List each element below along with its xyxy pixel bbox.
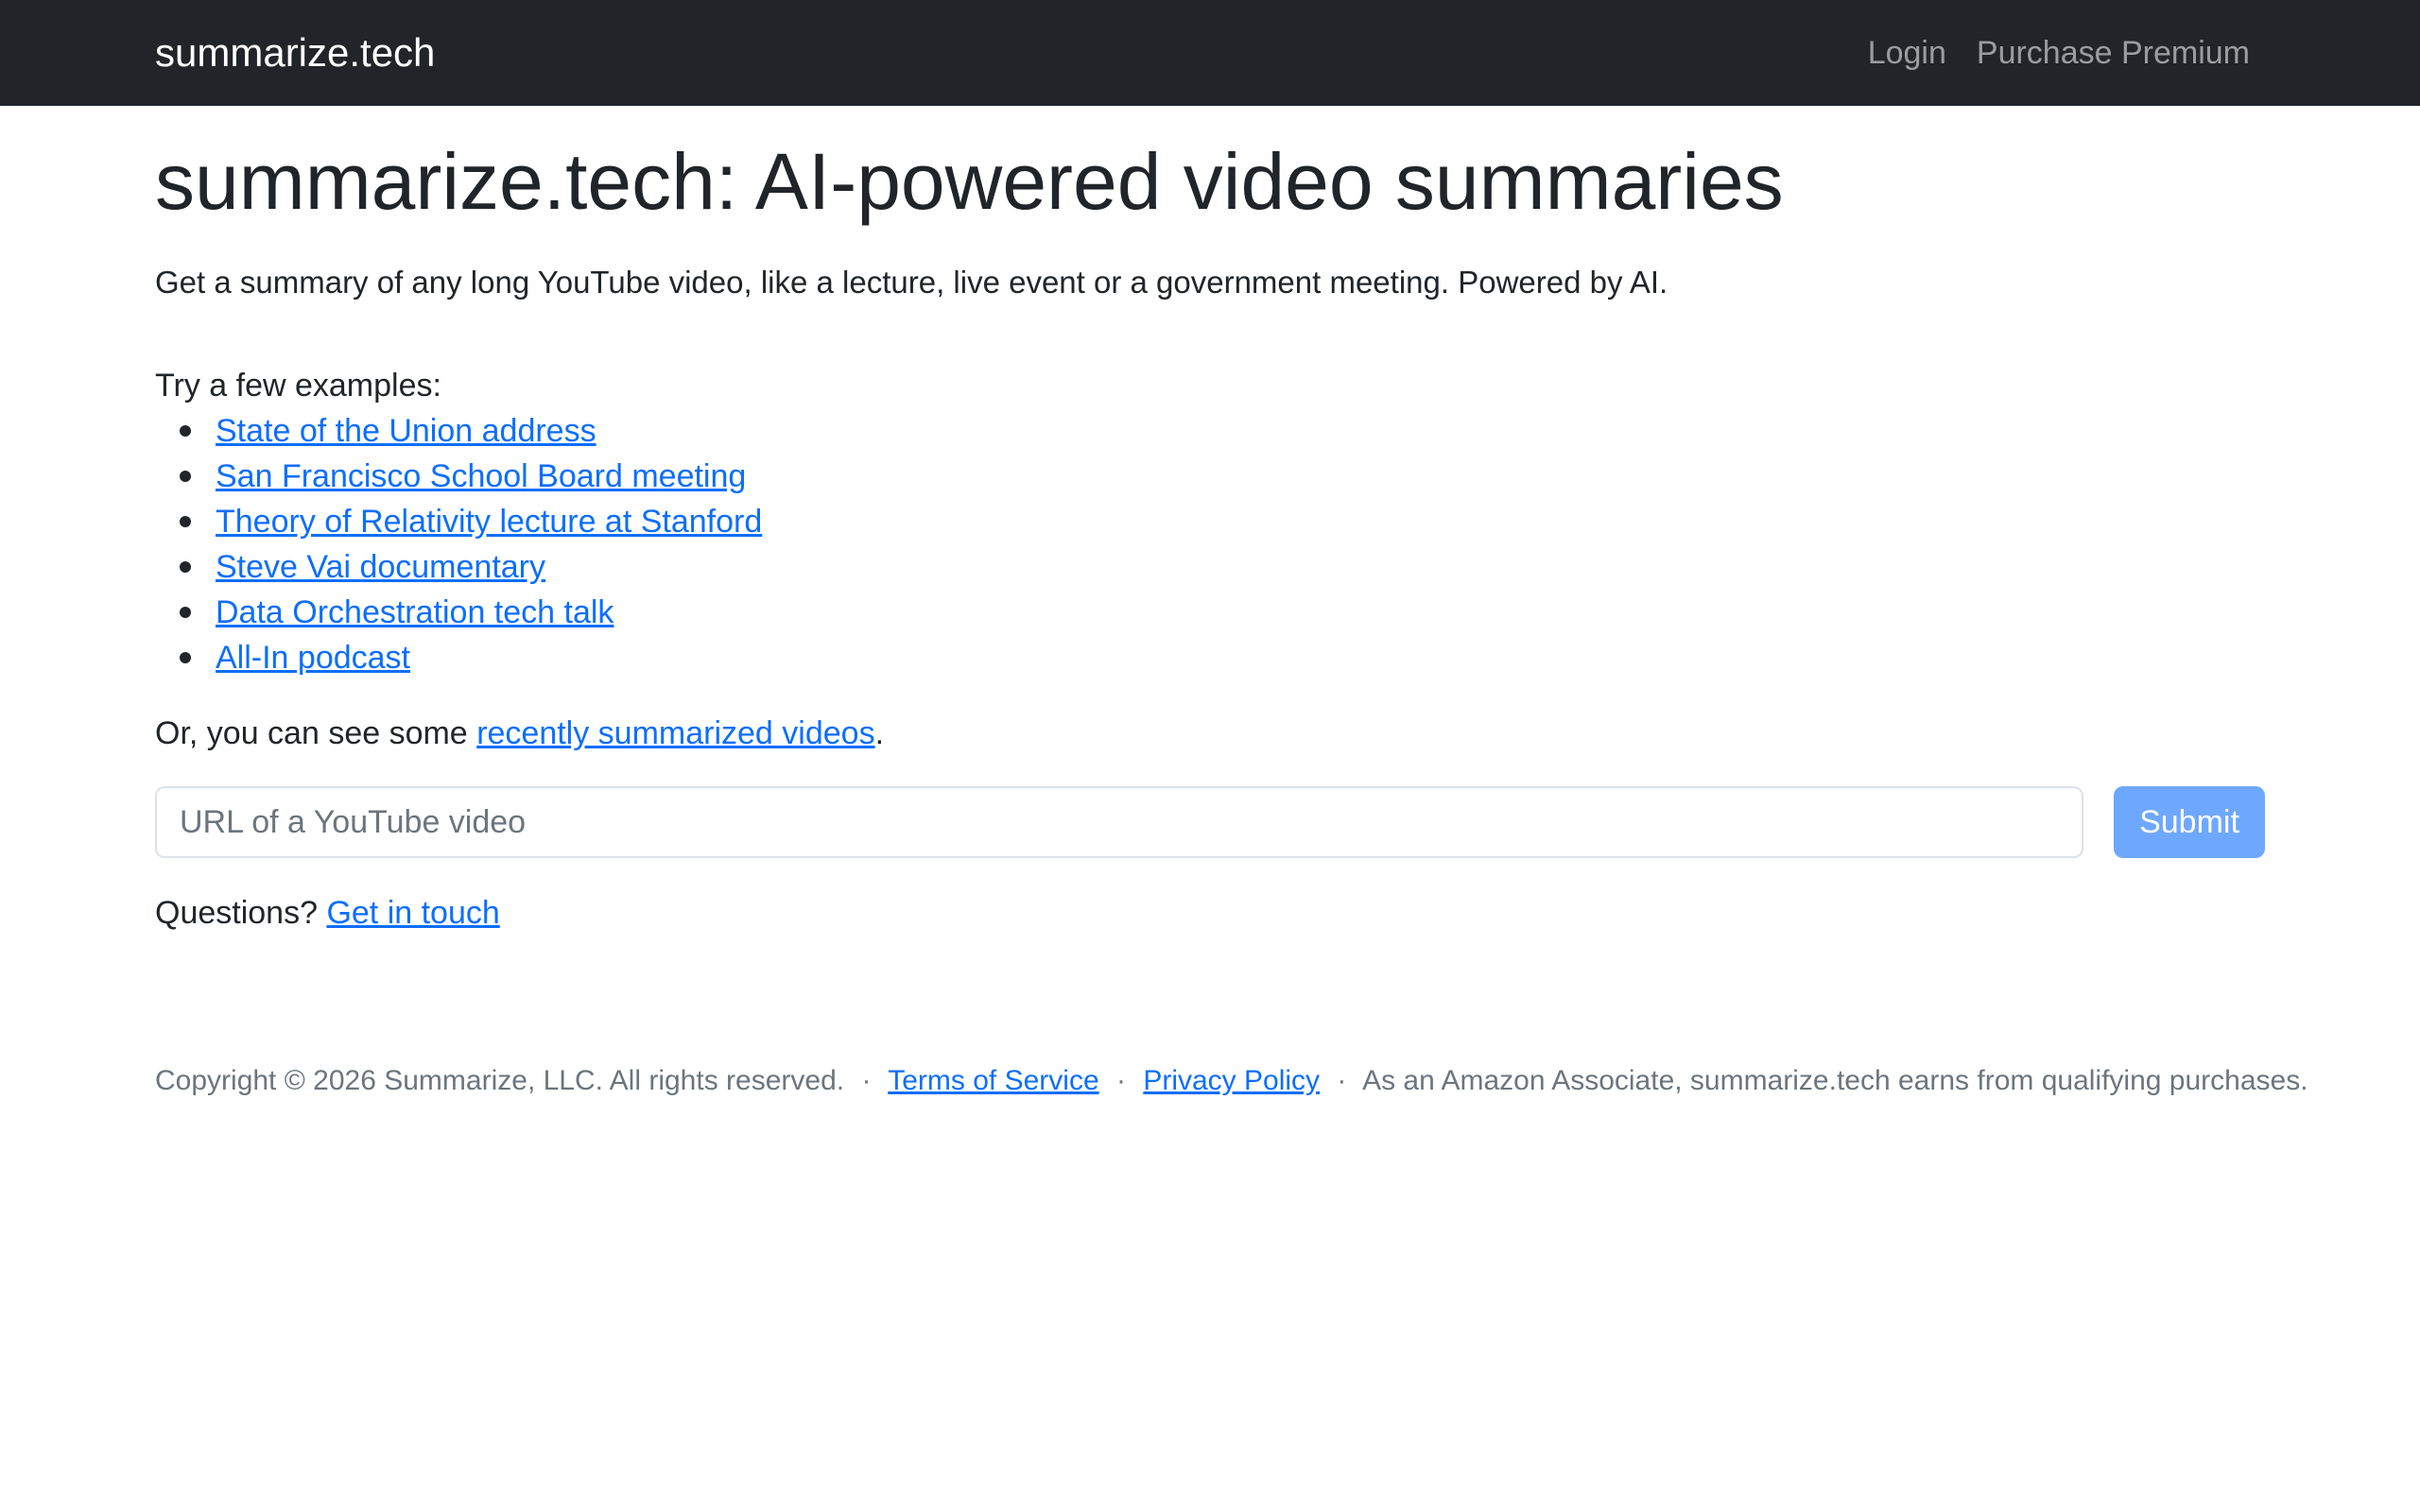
brand-link[interactable]: summarize.tech	[155, 26, 435, 79]
recently-summarized-link[interactable]: recently summarized videos	[476, 715, 874, 751]
list-item: Steve Vai documentary	[180, 544, 762, 590]
example-link-data-orchestration[interactable]: Data Orchestration tech talk	[216, 594, 614, 630]
example-link-school-board[interactable]: San Francisco School Board meeting	[216, 458, 746, 494]
list-item: Theory of Relativity lecture at Stanford	[180, 499, 762, 544]
recent-videos-text: Or, you can see some recently summarized…	[155, 711, 884, 756]
footer: Copyright © 2026 Summarize, LLC. All rig…	[155, 1060, 2308, 1102]
recent-suffix: .	[874, 715, 885, 751]
example-link-all-in-podcast[interactable]: All-In podcast	[216, 640, 410, 676]
list-item: State of the Union address	[180, 408, 762, 454]
submit-button[interactable]: Submit	[2114, 786, 2265, 858]
example-link-relativity-lecture[interactable]: Theory of Relativity lecture at Stanford	[216, 504, 762, 540]
footer-separator: ·	[861, 1065, 872, 1096]
footer-separator: ·	[1115, 1065, 1126, 1096]
bullet-icon	[180, 425, 191, 437]
examples-list: State of the Union address San Francisco…	[180, 408, 762, 680]
purchase-premium-link[interactable]: Purchase Premium	[1977, 26, 2250, 79]
bullet-icon	[180, 471, 191, 482]
copyright-text: Copyright © 2026 Summarize, LLC. All rig…	[155, 1065, 845, 1096]
page-title: summarize.tech: AI-powered video summari…	[155, 137, 1784, 226]
bullet-icon	[180, 607, 191, 618]
nav-links: Login Purchase Premium	[1868, 26, 2250, 79]
navbar: summarize.tech Login Purchase Premium	[0, 0, 2420, 106]
bullet-icon	[180, 652, 191, 663]
bullet-icon	[180, 561, 191, 573]
examples-intro: Try a few examples:	[155, 368, 441, 404]
list-item: Data Orchestration tech talk	[180, 590, 762, 635]
login-link[interactable]: Login	[1868, 26, 1946, 79]
get-in-touch-link[interactable]: Get in touch	[326, 895, 499, 931]
privacy-policy-link[interactable]: Privacy Policy	[1143, 1065, 1320, 1096]
terms-of-service-link[interactable]: Terms of Service	[888, 1065, 1098, 1096]
list-item: All-In podcast	[180, 635, 762, 680]
example-link-state-of-the-union[interactable]: State of the Union address	[216, 413, 596, 449]
youtube-url-input[interactable]	[155, 786, 2083, 858]
list-item: San Francisco School Board meeting	[180, 454, 762, 499]
questions-prefix: Questions?	[155, 895, 318, 931]
questions-text: Questions? Get in touch	[155, 890, 500, 936]
example-link-steve-vai[interactable]: Steve Vai documentary	[216, 549, 545, 585]
lead-text: Get a summary of any long YouTube video,…	[155, 265, 1668, 300]
bullet-icon	[180, 516, 191, 527]
footer-separator: ·	[1337, 1065, 1347, 1096]
amazon-associate-text: As an Amazon Associate, summarize.tech e…	[1362, 1065, 2308, 1096]
recent-prefix: Or, you can see some	[155, 715, 468, 751]
